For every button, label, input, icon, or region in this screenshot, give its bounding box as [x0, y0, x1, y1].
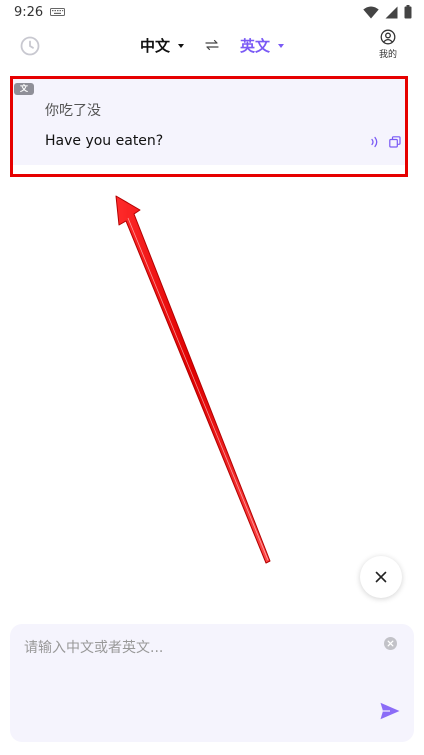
clear-icon[interactable]: [384, 637, 397, 650]
target-language-selector[interactable]: 英文: [240, 35, 285, 56]
user-icon: [380, 29, 396, 45]
chevron-down-icon: [178, 43, 185, 48]
swap-icon[interactable]: [205, 38, 219, 52]
chevron-down-icon: [278, 43, 285, 48]
battery-icon: [404, 5, 412, 19]
input-panel: [10, 624, 414, 742]
app-header: 中文 英文 我的: [0, 28, 424, 68]
keyboard-icon: [50, 8, 65, 16]
source-language-selector[interactable]: 中文: [140, 35, 185, 56]
profile-label: 我的: [378, 50, 397, 60]
send-icon[interactable]: [380, 702, 400, 720]
signal-icon: [385, 6, 398, 18]
source-language-label: 中文: [140, 37, 171, 55]
annotation-highlight-box: [10, 76, 408, 177]
status-time: 9:26: [14, 5, 44, 20]
profile-button[interactable]: 我的: [374, 29, 402, 60]
close-button[interactable]: [360, 556, 402, 598]
status-bar: 9:26: [0, 0, 424, 26]
wifi-icon: [363, 6, 379, 18]
history-icon[interactable]: [19, 35, 41, 57]
target-language-label: 英文: [240, 37, 271, 55]
translate-input[interactable]: [24, 636, 364, 660]
close-icon: [375, 571, 387, 583]
